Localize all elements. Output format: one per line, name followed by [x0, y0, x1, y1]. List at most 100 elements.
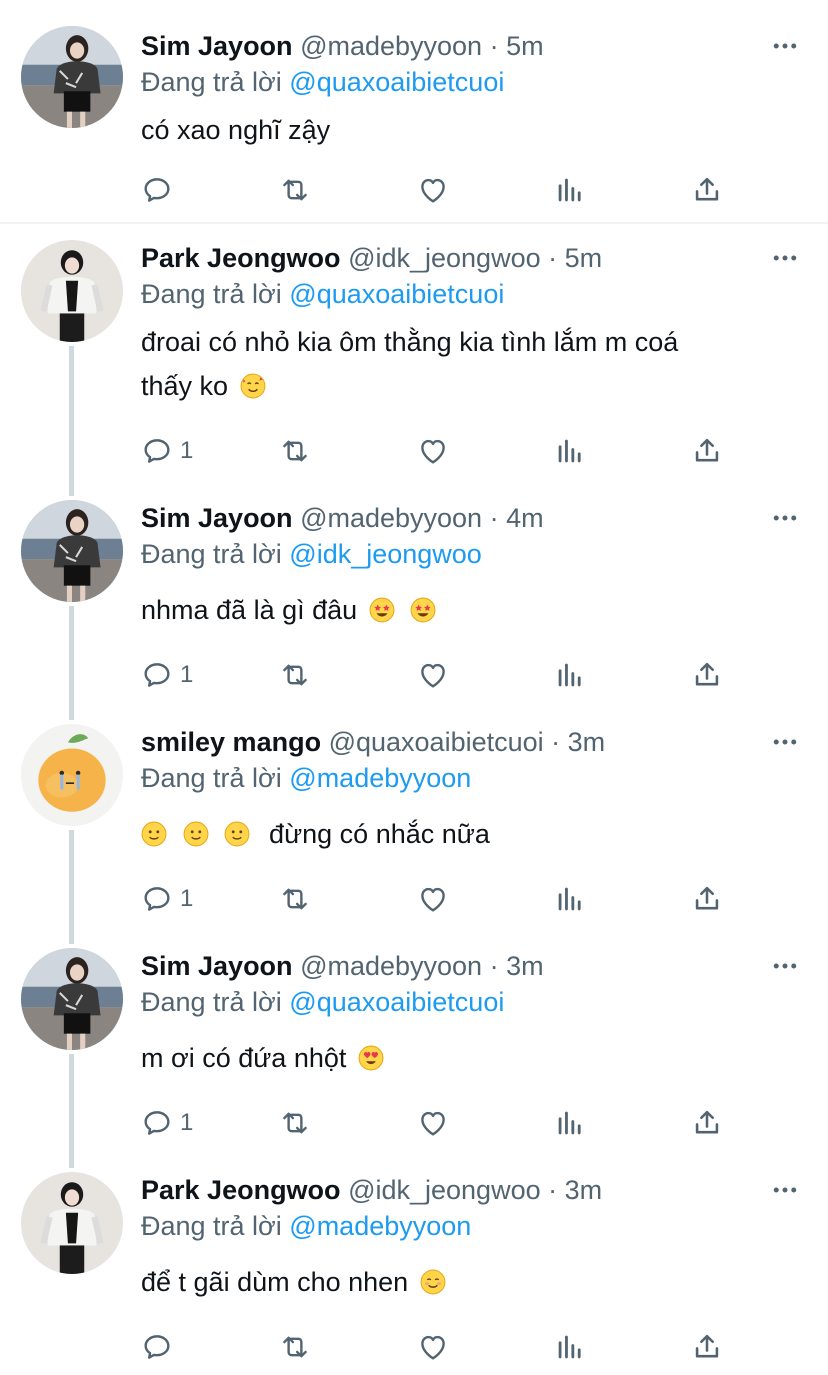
- heart-icon: [416, 1330, 450, 1364]
- share-icon: [690, 434, 724, 468]
- display-name[interactable]: Sim Jayoon: [141, 503, 293, 533]
- tweet-text: có xao nghĩ zậy: [141, 115, 331, 145]
- like-button[interactable]: [416, 879, 450, 919]
- timestamp[interactable]: · 3m: [551, 727, 605, 757]
- star-struck-emoji: [369, 597, 395, 623]
- reply-icon: [140, 173, 174, 207]
- replying-to-link[interactable]: @quaxoaibietcuoi: [289, 67, 504, 97]
- reply-button[interactable]: 1: [140, 431, 193, 471]
- avatar[interactable]: [21, 26, 123, 128]
- user-handle[interactable]: @madebyyoon: [300, 951, 482, 981]
- heart-icon: [416, 658, 450, 692]
- retweet-button[interactable]: [278, 431, 312, 471]
- reply-button[interactable]: [140, 1327, 174, 1367]
- avatar[interactable]: [21, 240, 123, 342]
- more-dots-icon: [770, 727, 800, 757]
- analytics-icon: [553, 434, 587, 468]
- reply-button[interactable]: 1: [140, 1103, 193, 1143]
- user-handle[interactable]: @quaxoaibietcuoi: [329, 727, 544, 757]
- reply-count: 1: [180, 437, 194, 464]
- share-button[interactable]: [690, 1327, 724, 1367]
- retweet-icon: [278, 1106, 312, 1140]
- avatar[interactable]: [21, 948, 123, 1050]
- timestamp[interactable]: · 3m: [490, 951, 544, 981]
- tweet-text: để t gãi dùm cho nhen: [141, 1260, 781, 1304]
- replying-to-link[interactable]: @quaxoaibietcuoi: [289, 279, 504, 309]
- reply-button[interactable]: [140, 170, 174, 210]
- views-button[interactable]: [553, 1103, 587, 1143]
- replying-to-link[interactable]: @madebyyoon: [289, 763, 471, 793]
- like-button[interactable]: [416, 170, 450, 210]
- replying-to: Đang trả lời @madebyyoon: [141, 763, 472, 793]
- slightly-smiling-face-emoji: [141, 821, 167, 847]
- replying-to: Đang trả lời @quaxoaibietcuoi: [141, 67, 505, 97]
- share-button[interactable]: [690, 655, 724, 695]
- replying-to: Đang trả lời @quaxoaibietcuoi: [141, 987, 505, 1017]
- retweet-button[interactable]: [278, 1327, 312, 1367]
- replying-to-link[interactable]: @idk_jeongwoo: [289, 539, 482, 569]
- tweet-text: đroai có nhỏ kia ôm thằng kia tình lắm m…: [141, 327, 679, 401]
- share-button[interactable]: [690, 170, 724, 210]
- display-name[interactable]: Park Jeongwoo: [141, 243, 341, 273]
- user-handle[interactable]: @madebyyoon: [300, 31, 482, 61]
- more-dots-icon: [770, 1175, 800, 1205]
- retweet-button[interactable]: [278, 655, 312, 695]
- reply-button[interactable]: 1: [140, 879, 193, 919]
- avatar[interactable]: [21, 724, 123, 826]
- views-button[interactable]: [553, 655, 587, 695]
- tweet-header: Sim Jayoon @madebyyoon · 4m: [141, 498, 544, 538]
- views-button[interactable]: [553, 1327, 587, 1367]
- reply-count: 1: [180, 661, 194, 688]
- share-icon: [690, 658, 724, 692]
- share-icon: [690, 882, 724, 916]
- share-button[interactable]: [690, 879, 724, 919]
- tweet-actions: [0, 170, 828, 210]
- avatar[interactable]: [21, 500, 123, 602]
- user-handle[interactable]: @madebyyoon: [300, 503, 482, 533]
- user-handle[interactable]: @idk_jeongwoo: [348, 243, 541, 273]
- more-options-button[interactable]: [770, 1175, 800, 1205]
- slightly-smiling-face-emoji: [183, 821, 208, 847]
- retweet-button[interactable]: [278, 170, 312, 210]
- display-name[interactable]: Sim Jayoon: [141, 31, 293, 61]
- display-name[interactable]: smiley mango: [141, 727, 321, 757]
- more-dots-icon: [770, 243, 800, 273]
- timestamp[interactable]: · 5m: [490, 31, 544, 61]
- like-button[interactable]: [416, 431, 450, 471]
- share-button[interactable]: [690, 431, 724, 471]
- replying-to-link[interactable]: @madebyyoon: [289, 1211, 471, 1241]
- reply-icon: [140, 1106, 174, 1140]
- more-options-button[interactable]: [770, 243, 800, 273]
- replying-to-link[interactable]: @quaxoaibietcuoi: [289, 987, 504, 1017]
- retweet-button[interactable]: [278, 879, 312, 919]
- timestamp[interactable]: · 5m: [548, 243, 602, 273]
- avatar[interactable]: [21, 1172, 123, 1274]
- views-button[interactable]: [553, 879, 587, 919]
- tweet-actions: 1: [0, 1103, 828, 1143]
- share-button[interactable]: [690, 1103, 724, 1143]
- views-button[interactable]: [553, 170, 587, 210]
- replying-to: Đang trả lời @quaxoaibietcuoi: [141, 279, 505, 309]
- thread-line: [69, 346, 74, 496]
- user-handle[interactable]: @idk_jeongwoo: [348, 1175, 541, 1205]
- reply-count: 1: [180, 885, 194, 912]
- share-icon: [690, 1106, 724, 1140]
- like-button[interactable]: [416, 1103, 450, 1143]
- more-options-button[interactable]: [770, 727, 800, 757]
- like-button[interactable]: [416, 1327, 450, 1367]
- reply-icon: [140, 434, 174, 468]
- more-options-button[interactable]: [770, 503, 800, 533]
- like-button[interactable]: [416, 655, 450, 695]
- tweet-actions: 1: [0, 879, 828, 919]
- analytics-icon: [553, 1330, 587, 1364]
- smiling-face-with-hearts-emoji: [240, 373, 266, 399]
- display-name[interactable]: Park Jeongwoo: [141, 1175, 341, 1205]
- timestamp[interactable]: · 3m: [548, 1175, 602, 1205]
- display-name[interactable]: Sim Jayoon: [141, 951, 293, 981]
- more-options-button[interactable]: [770, 31, 800, 61]
- more-options-button[interactable]: [770, 951, 800, 981]
- timestamp[interactable]: · 4m: [490, 503, 544, 533]
- reply-button[interactable]: 1: [140, 655, 193, 695]
- retweet-button[interactable]: [278, 1103, 312, 1143]
- views-button[interactable]: [553, 431, 587, 471]
